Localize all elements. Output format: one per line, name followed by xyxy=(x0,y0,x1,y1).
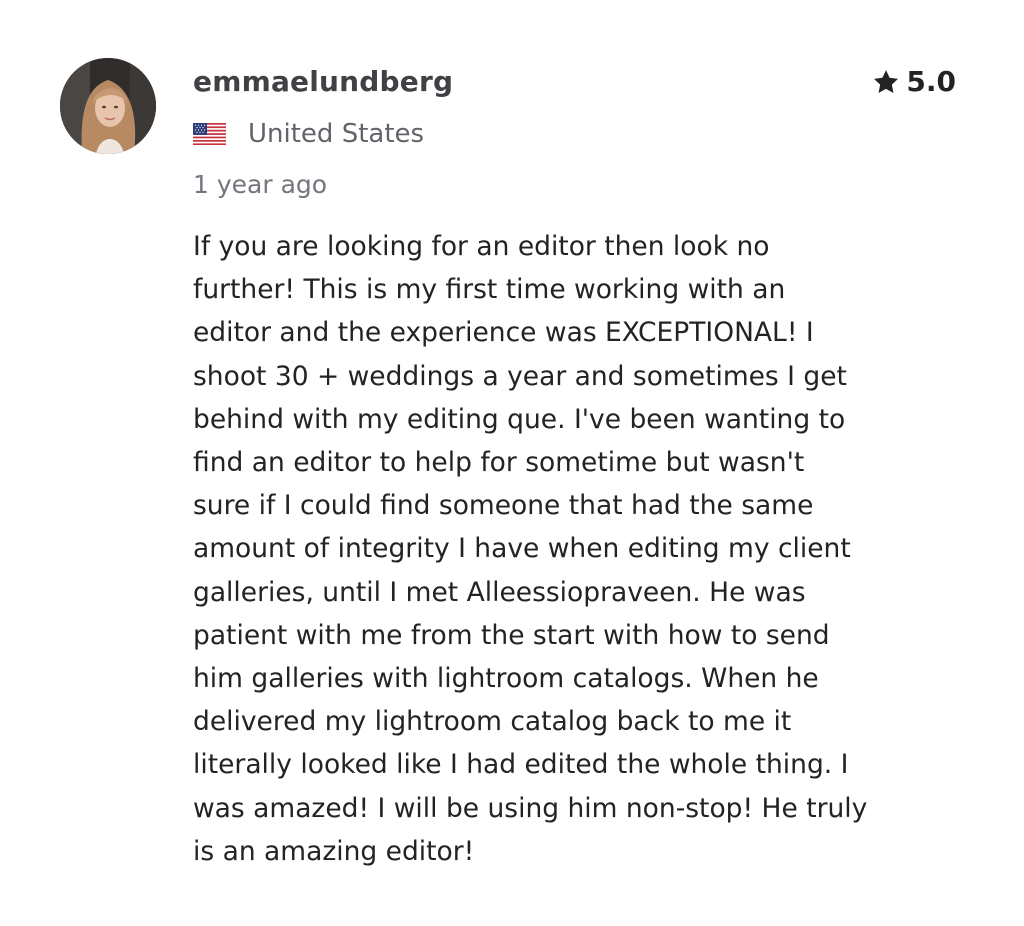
reviewer-country: United States xyxy=(193,116,424,152)
review-timestamp: 1 year ago xyxy=(193,170,328,199)
review-card: emmaelundberg 5.0 United States 1 year a… xyxy=(0,0,1024,926)
us-flag-icon xyxy=(193,123,226,145)
profile-photo xyxy=(60,58,156,154)
country-name: United States xyxy=(248,119,425,149)
star-icon xyxy=(874,70,899,93)
avatar[interactable] xyxy=(60,58,156,154)
rating-value: 5.0 xyxy=(906,65,956,98)
reviewer-username[interactable]: emmaelundberg xyxy=(193,62,453,102)
review-text: If you are looking for an editor then lo… xyxy=(193,231,868,867)
rating: 5.0 xyxy=(872,62,956,102)
